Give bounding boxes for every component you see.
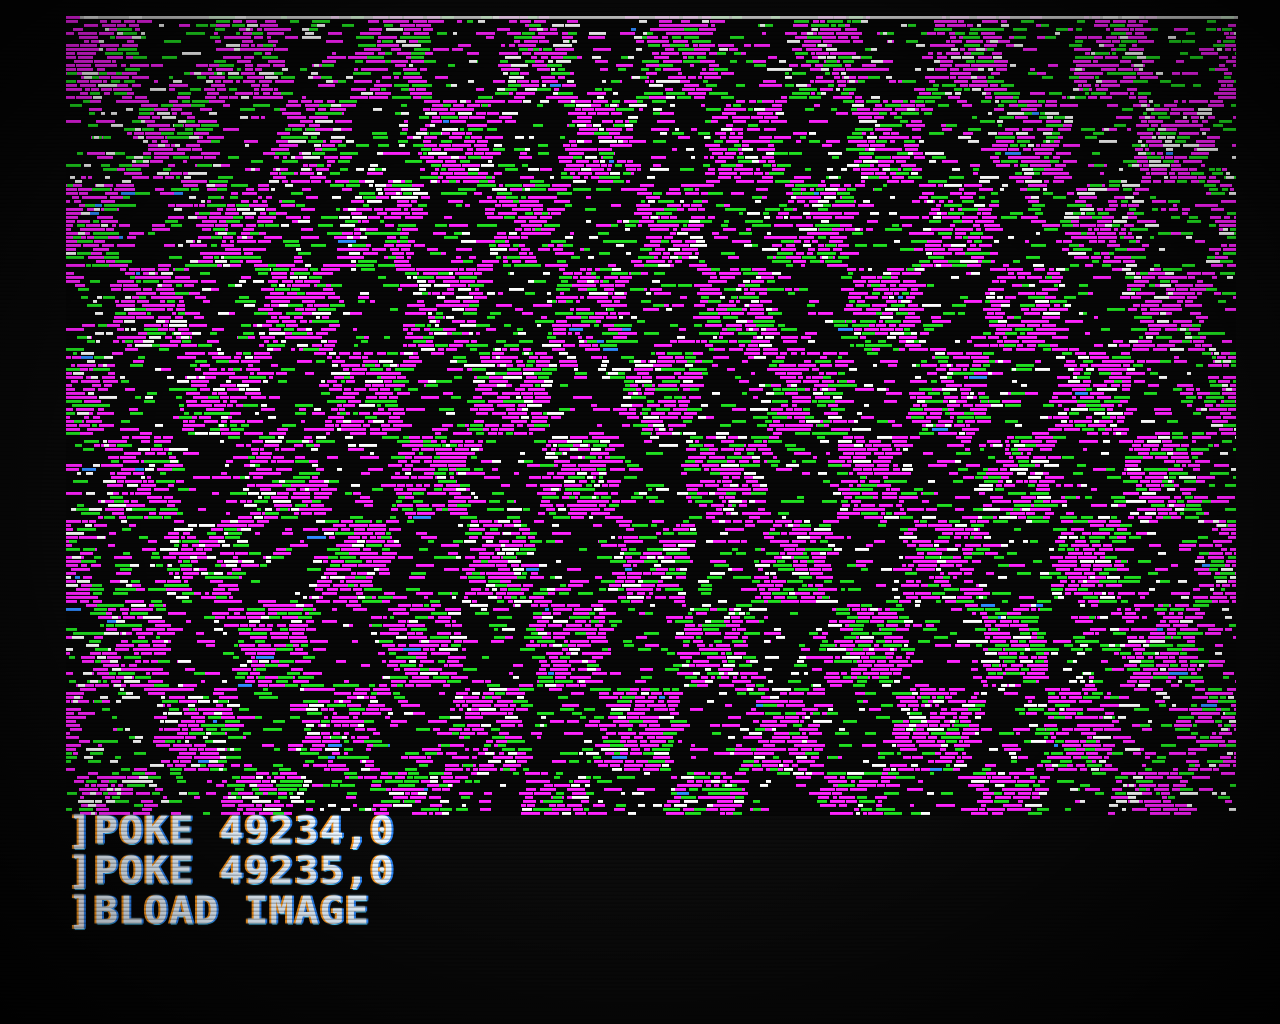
terminal-line-1: ] POKE 49234,0 [68,812,488,850]
prompt-char: ] [68,849,94,893]
terminal-command: POKE 49234,0 [94,809,395,853]
hires-graphics-canvas [66,16,1236,816]
terminal-command: POKE 49235,0 [94,849,395,893]
prompt-char: ] [68,809,94,853]
graphics-top-border-line [80,16,1238,19]
crt-screen: ] POKE 49234,0 ] POKE 49235,0 ] BLOAD IMAGE [0,0,1280,1024]
terminal-command: BLOAD IMAGE [94,889,370,933]
basic-terminal[interactable]: ] POKE 49234,0 ] POKE 49235,0 ] BLOAD IMAGE [68,812,488,936]
prompt-char: ] [68,889,94,933]
terminal-line-3: ] BLOAD IMAGE [68,892,488,930]
terminal-line-2: ] POKE 49235,0 [68,852,488,890]
hires-graphics-area [66,16,1236,816]
